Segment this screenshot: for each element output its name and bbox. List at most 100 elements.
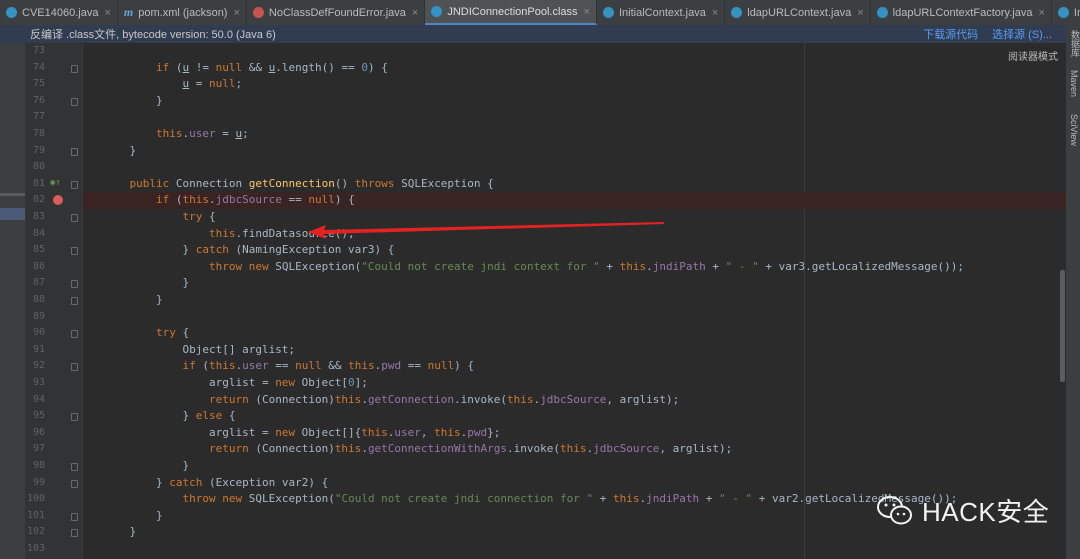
close-tab-icon[interactable]: × (712, 7, 718, 19)
line-number: 83 (32, 211, 45, 222)
line-number: 102 (26, 526, 45, 538)
line-number: 74 (32, 61, 45, 73)
line-number: 81 (32, 177, 45, 189)
implements-method-icon[interactable]: ◉↑ (50, 178, 61, 188)
editor-tab[interactable]: m pom.xml (jackson) × (118, 0, 247, 25)
fold-marker-icon[interactable] (71, 330, 78, 339)
code-line: } (103, 508, 163, 522)
sciview-tool-button[interactable]: SciView (1069, 114, 1079, 146)
code-line: } (103, 93, 163, 107)
fold-marker-icon[interactable] (71, 297, 78, 305)
close-tab-icon[interactable]: × (1038, 7, 1044, 19)
close-tab-icon[interactable]: × (233, 7, 239, 19)
code-line: u = null; (182, 77, 243, 91)
close-tab-icon[interactable]: × (104, 7, 110, 19)
close-tab-icon[interactable]: × (857, 7, 863, 19)
tab-label: CVE14060.java (22, 6, 99, 19)
left-tool-strip (0, 43, 25, 559)
line-number: 99 (32, 476, 45, 488)
fold-marker-icon[interactable] (71, 147, 78, 156)
close-tab-icon[interactable]: × (584, 6, 590, 18)
code-line: } (103, 459, 190, 472)
line-number: 91 (32, 343, 45, 355)
line-number: 86 (32, 260, 45, 272)
editor-tab[interactable]: InitialContext.java × (597, 0, 726, 25)
code-line: } catch (NamingException var3) { (103, 243, 395, 257)
class-file-icon (731, 7, 743, 18)
code-line: } (103, 525, 137, 539)
line-number: 79 (32, 144, 45, 156)
tab-label: InstrumentationImpl.java (1073, 6, 1080, 19)
tab-label: InitialContext.java (618, 6, 706, 19)
code-line: public Connection getConnection() throws… (129, 176, 494, 190)
code-line: } (103, 143, 137, 157)
code-line: } else { (103, 409, 236, 423)
code-line: if (this.user == null && this.pwd == nul… (182, 359, 474, 373)
fold-marker-icon[interactable] (71, 529, 78, 538)
line-number: 90 (32, 327, 45, 339)
line-number: 80 (32, 161, 45, 173)
line-number: 97 (32, 443, 45, 455)
line-number: 100 (26, 493, 45, 505)
line-number: 85 (32, 244, 45, 256)
class-file-icon (431, 6, 443, 17)
line-number: 93 (32, 377, 45, 388)
maven-tool-button[interactable]: Maven (1069, 70, 1079, 97)
editor-tab[interactable]: CVE14060.java × (0, 0, 118, 25)
right-tool-strip (1066, 25, 1080, 559)
vertical-scrollbar[interactable] (1060, 270, 1065, 382)
line-number: 73 (32, 45, 45, 56)
error-class-icon (252, 7, 264, 18)
editor-tab[interactable]: ldapURLContextFactory.java × (871, 0, 1052, 25)
code-line: arglist = new Object[0]; (103, 376, 368, 389)
fold-marker-icon[interactable] (71, 413, 78, 422)
line-number: 95 (32, 410, 45, 422)
fold-marker-icon[interactable] (71, 64, 78, 73)
tab-label: ldapURLContextFactory.java (892, 6, 1033, 19)
line-number: 96 (32, 426, 45, 438)
tab-label: ldapURLContext.java (747, 6, 852, 19)
choose-source-link[interactable]: 选择源 (S)... (992, 26, 1052, 42)
line-number: 75 (32, 78, 45, 90)
watermark-label: HACK安全 (922, 497, 1050, 527)
code-line: return (Connection)this.getConnection.in… (208, 392, 680, 406)
reader-mode-toggle[interactable]: 阅读器模式 (1008, 48, 1058, 63)
code-line: if (this.jdbcSource == null) { (155, 193, 355, 207)
editor-tab-bar: CVE14060.java × m pom.xml (jackson) × NoClass… (0, 0, 1080, 26)
red-arrow-annotation (308, 222, 664, 239)
wechat-icon (877, 495, 912, 524)
code-line: } catch (Exception var2) { (103, 475, 329, 489)
download-source-link[interactable]: 下载源代码 (923, 26, 978, 42)
editor-tab[interactable]: JNDIConnectionPool.class × (425, 0, 597, 25)
line-number: 98 (32, 460, 45, 471)
database-tool-button[interactable]: 数据库 (1069, 30, 1080, 57)
line-number: 101 (26, 509, 45, 521)
class-file-icon (1057, 7, 1069, 18)
code-line: } (103, 276, 190, 290)
editor-tab[interactable]: InstrumentationImpl.java× (1052, 0, 1080, 25)
code-line: try { (155, 326, 190, 340)
red-arrow-shape (308, 222, 664, 239)
fold-marker-icon[interactable] (71, 97, 78, 106)
maven-file-icon: m (123, 5, 134, 19)
code-line: try { (182, 210, 216, 223)
line-number: 82 (32, 194, 45, 206)
fold-marker-icon[interactable] (71, 214, 78, 222)
code-line: throw new SQLException("Could not create… (208, 259, 965, 273)
fold-marker-icon[interactable] (71, 363, 78, 372)
close-tab-icon[interactable]: × (412, 7, 418, 19)
code-line: throw new SQLException("Could not create… (182, 492, 958, 506)
editor-tab[interactable]: NoClassDefFoundError.java × (247, 0, 426, 25)
fold-marker-icon[interactable] (71, 463, 78, 471)
fold-marker-icon[interactable] (71, 280, 78, 289)
line-number: 78 (32, 128, 45, 139)
fold-marker-icon[interactable] (71, 247, 78, 256)
tab-label: JNDIConnectionPool.class (447, 5, 578, 18)
editor-tab[interactable]: ldapURLContext.java × (725, 0, 871, 25)
code-line: arglist = new Object[]{this.user, this.p… (103, 425, 501, 439)
line-number: 76 (32, 94, 45, 106)
fold-marker-icon[interactable] (71, 479, 78, 488)
fold-marker-icon[interactable] (71, 512, 78, 521)
line-number: 87 (32, 277, 45, 289)
fold-marker-icon[interactable] (71, 180, 78, 189)
